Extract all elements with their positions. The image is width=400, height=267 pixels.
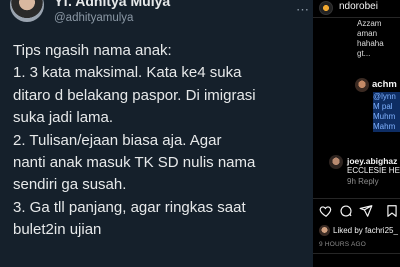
tweet-line: 1. 3 kata maksimal. Kata ke4 suka	[13, 64, 242, 82]
liked-by-text[interactable]: Liked by fachri25_	[333, 226, 398, 235]
comment-text: ECCLESIE HEC	[347, 166, 400, 175]
comment-text: Azzam aman hahaha gt...	[357, 19, 400, 59]
more-options-icon[interactable]: ⋯	[296, 2, 310, 18]
reply-line: M pal	[373, 102, 400, 112]
liked-by-avatar[interactable]	[319, 225, 330, 236]
post-owner-avatar[interactable]	[319, 1, 333, 15]
comment-line: aman	[357, 29, 378, 38]
tweet-line: Tips ngasih nama anak:	[13, 42, 172, 59]
bookmark-icon[interactable]	[385, 204, 399, 218]
heart-icon[interactable]	[319, 204, 333, 218]
tweet-line: sendiri ga susah.	[13, 176, 127, 194]
reply-avatar[interactable]	[355, 78, 369, 92]
reply-line: Mahm	[373, 122, 400, 132]
tweet-line: bulet2in ujian	[13, 221, 102, 239]
post-timestamp: 9 HOURS AGO	[319, 241, 366, 248]
comment-icon[interactable]	[339, 204, 353, 218]
paper-plane-icon[interactable]	[359, 204, 373, 218]
tweet-line: nanti anak masuk TK SD nulis nama	[13, 154, 256, 172]
tweet-card: Yf. Adhitya Mulya @adhityamulya ⋯ Tips n…	[0, 0, 313, 267]
commenter-username[interactable]: joey.abighaz	[347, 156, 397, 166]
divider	[313, 198, 400, 199]
tweet-line: ditaro d belakang paspor. Di imigrasi	[13, 86, 256, 104]
comment-line: gt...	[357, 49, 371, 58]
reply-line: Muhm	[373, 112, 400, 122]
instagram-sidebar: ndorobei Azzam aman hahaha gt... achm @l…	[313, 0, 400, 267]
tweet-avatar[interactable]	[10, 0, 44, 22]
divider	[313, 253, 400, 254]
post-owner-username[interactable]: ndorobei	[339, 1, 378, 12]
tweet-line: 2. Tulisan/ejaan biasa aja. Agar	[13, 131, 222, 149]
comment-line: hahaha	[357, 39, 384, 48]
commenter-avatar[interactable]	[329, 155, 343, 169]
comment-line: Azzam	[357, 19, 382, 28]
tweet-display-name[interactable]: Yf. Adhitya Mulya	[54, 0, 170, 9]
tweet-body: Tips ngasih nama anak: 1. 3 kata maksima…	[13, 40, 311, 242]
reply-mention[interactable]: @lynn	[373, 92, 400, 102]
tweet-line: suka jadi lama.	[13, 109, 114, 127]
divider	[313, 17, 400, 18]
reply-username[interactable]: achm	[372, 79, 397, 90]
tweet-handle[interactable]: @adhityamulya	[54, 12, 133, 24]
comment-meta[interactable]: 9h Reply	[347, 177, 379, 186]
post-actions	[319, 204, 399, 218]
tweet-line: 3. Ga tll panjang, agar ringkas saat	[13, 198, 246, 216]
